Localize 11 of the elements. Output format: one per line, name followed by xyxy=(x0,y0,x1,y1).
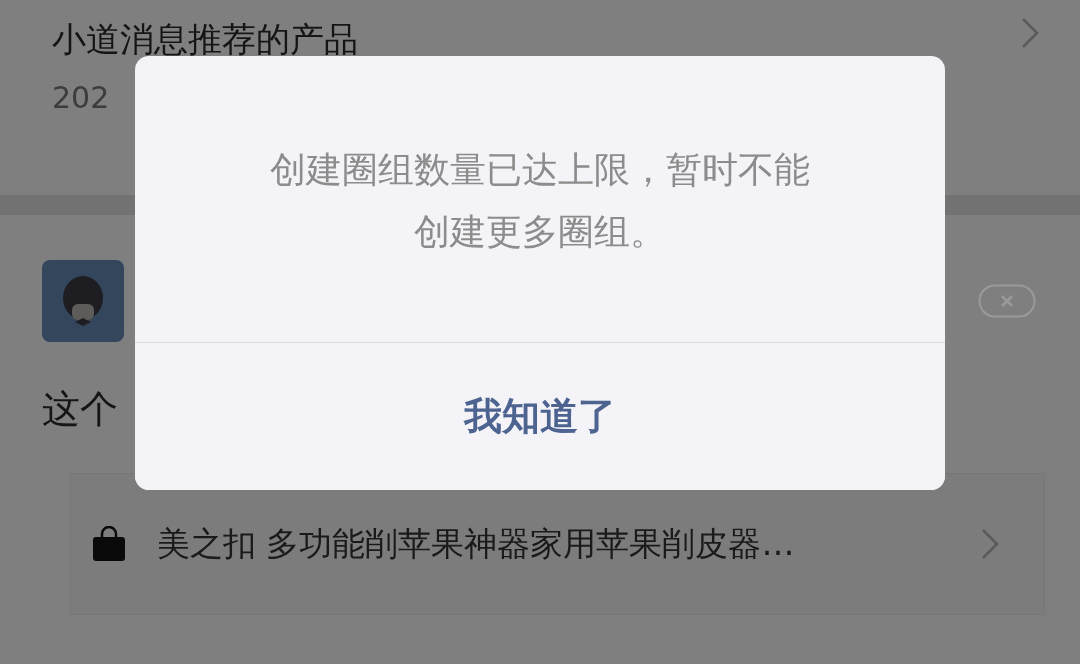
chevron-right-icon[interactable] xyxy=(1020,16,1040,50)
alert-message: 创建圈组数量已达上限，暂时不能创建更多圈组。 xyxy=(269,148,811,254)
post-text: 这个 xyxy=(42,386,118,433)
close-icon[interactable] xyxy=(978,284,1036,318)
avatar-icon[interactable] xyxy=(42,260,124,342)
chevron-right-icon xyxy=(980,527,1000,561)
shopping-bag-icon xyxy=(91,526,127,562)
product-name: 美之扣 多功能削苹果神器家用苹果削皮器… xyxy=(157,522,796,565)
section-title: 小道消息推荐的产品 xyxy=(52,18,358,61)
date-text: 202 xyxy=(52,80,110,115)
product-card[interactable]: 美之扣 多功能削苹果神器家用苹果削皮器… xyxy=(70,473,1045,615)
